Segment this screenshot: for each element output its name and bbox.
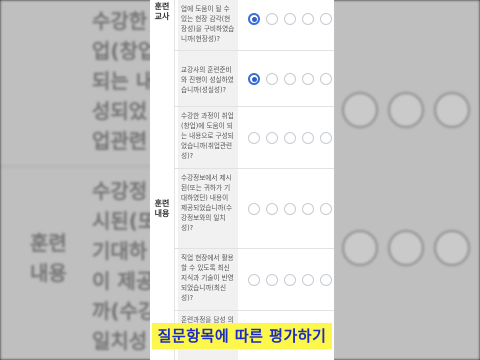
question-text: 업에 도움이 될 수 있는 현장 감각(현장성)을 구비하였습니까(현장성)? — [178, 0, 238, 50]
survey-panel: 훈련 교사 훈련 내용 업에 도움이 될 수 있는 현장 감각(현장성)을 구비… — [150, 0, 334, 360]
question-row: 업에 도움이 될 수 있는 현장 감각(현장성)을 구비하였습니까(현장성)? — [174, 0, 334, 51]
rating-radio[interactable] — [248, 203, 260, 215]
category-line: 교사 — [154, 12, 170, 21]
rating-radio[interactable] — [284, 274, 296, 286]
rating-radio[interactable] — [266, 13, 278, 25]
question-row: 수강정보에서 제시된(또는 귀하가 기대하였던) 내용이 제공되었습니까(수강정… — [174, 169, 334, 249]
rating-radio[interactable] — [302, 274, 314, 286]
rating-radio[interactable] — [320, 13, 332, 25]
rating-options — [242, 51, 334, 106]
rating-radio[interactable] — [266, 73, 278, 85]
rating-radio[interactable] — [284, 132, 296, 144]
rating-radio[interactable] — [302, 73, 314, 85]
rating-radio[interactable] — [266, 132, 278, 144]
shade-right — [334, 0, 480, 360]
rating-radio[interactable] — [248, 132, 260, 144]
rating-radio[interactable] — [320, 274, 332, 286]
rating-options — [242, 107, 334, 168]
rating-radio[interactable] — [266, 274, 278, 286]
rating-radio[interactable] — [284, 13, 296, 25]
category-line: 훈련 — [154, 2, 170, 11]
rating-radio[interactable] — [266, 203, 278, 215]
video-caption: 질문항목에 따른 평가하기 — [152, 323, 332, 349]
rating-options — [242, 0, 334, 50]
question-row: 수강한 과정이 취업(창업)에 도움이 되는 내용으로 구성되었습니까(취업관련… — [174, 107, 334, 169]
rating-radio[interactable] — [248, 73, 260, 85]
rating-radio[interactable] — [302, 132, 314, 144]
rating-radio[interactable] — [320, 132, 332, 144]
rating-radio[interactable] — [248, 13, 260, 25]
shade-left — [0, 0, 150, 360]
category-line: 훈련 — [154, 199, 170, 208]
rating-options — [242, 249, 334, 310]
question-text: 수강한 과정이 취업(창업)에 도움이 되는 내용으로 구성되었습니까(취업관련… — [178, 107, 238, 168]
question-row: 교강사의 훈련준비와 진행이 성실하였습니까(성실성)? — [174, 51, 334, 107]
rating-radio[interactable] — [284, 203, 296, 215]
rating-radio[interactable] — [320, 73, 332, 85]
rating-radio[interactable] — [248, 274, 260, 286]
category-line: 내용 — [154, 209, 170, 218]
rating-radio[interactable] — [302, 203, 314, 215]
rating-options — [242, 169, 334, 248]
question-row: 직업 현장에서 활용할 수 있도록 최신지식과 기술이 반영되었습니까(최신성)… — [174, 249, 334, 311]
question-text: 수강정보에서 제시된(또는 귀하가 기대하였던) 내용이 제공되었습니까(수강정… — [178, 169, 238, 248]
rating-radio[interactable] — [320, 203, 332, 215]
category-label-content: 훈련 내용 — [150, 199, 174, 219]
rating-radio[interactable] — [284, 73, 296, 85]
question-text: 교강사의 훈련준비와 진행이 성실하였습니까(성실성)? — [178, 51, 238, 106]
question-text: 직업 현장에서 활용할 수 있도록 최신지식과 기술이 반영되었습니까(최신성)… — [178, 249, 238, 310]
category-label-trainer: 훈련 교사 — [150, 2, 174, 22]
rating-radio[interactable] — [302, 13, 314, 25]
